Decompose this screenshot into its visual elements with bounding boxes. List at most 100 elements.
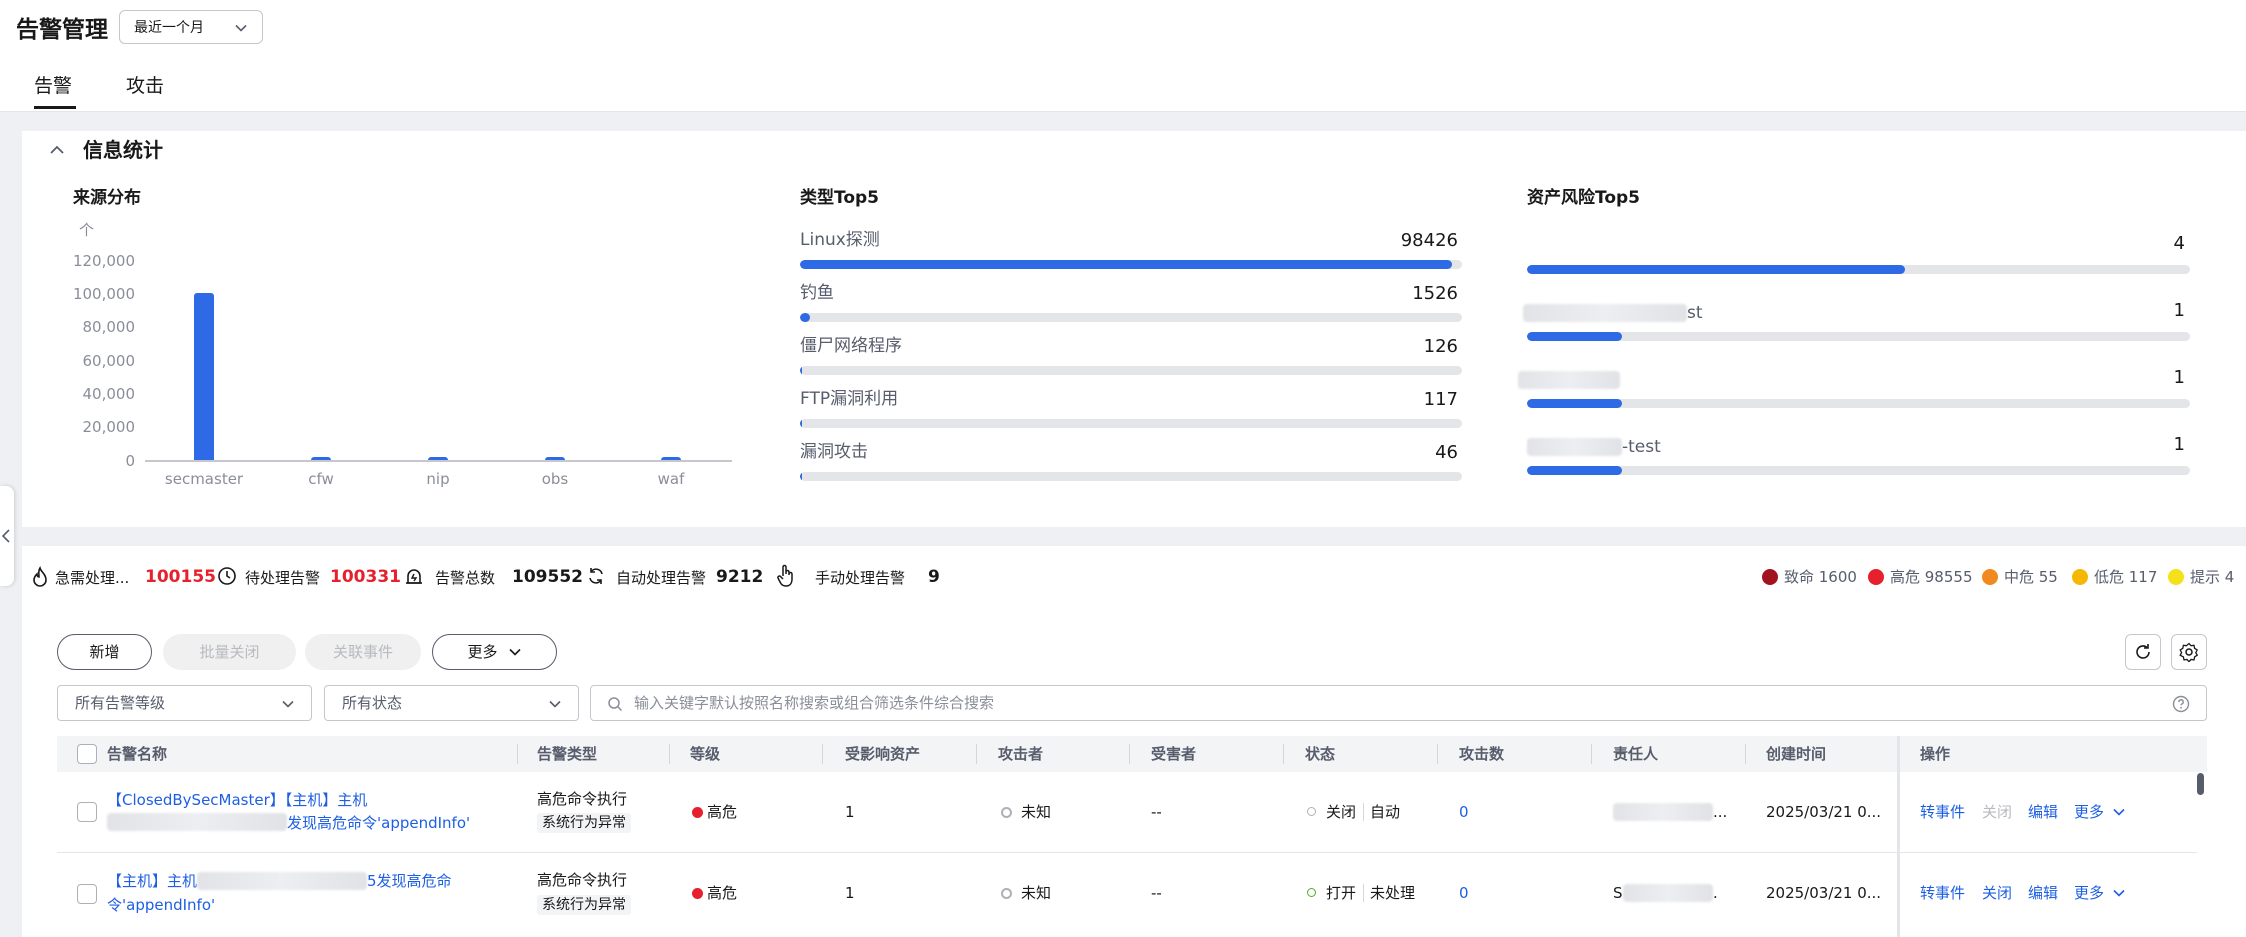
col-created[interactable]: 创建时间 xyxy=(1766,744,1826,764)
settings-button[interactable] xyxy=(2171,634,2207,670)
chevron-down-icon[interactable] xyxy=(2112,805,2126,819)
alert-name-line2[interactable]: 发现高危命令'appendInfo' xyxy=(287,812,470,834)
handling-mode: 自动 xyxy=(1370,803,1401,821)
level-legend-dot xyxy=(2072,569,2088,585)
owner: ... xyxy=(1713,803,1728,821)
alert-name-line2[interactable]: 令'appendInfo' xyxy=(107,894,215,916)
alert-level-filter[interactable]: 所有告警等级 xyxy=(57,685,312,721)
row-checkbox[interactable] xyxy=(77,802,97,822)
level-legend-label[interactable]: 致命 1600 xyxy=(1784,567,1857,587)
alert-name-line1-tail[interactable]: 5发现高危命 xyxy=(367,870,452,892)
redacted-host xyxy=(107,813,287,831)
redacted-asset-name xyxy=(1523,304,1687,322)
asset-top5-name: st xyxy=(1687,303,1703,323)
bar-cfw[interactable] xyxy=(311,457,331,460)
alert-name-line1[interactable]: 【主机】主机 xyxy=(107,870,197,892)
level-legend-label[interactable]: 中危 55 xyxy=(2004,567,2058,587)
status-filter[interactable]: 所有状态 xyxy=(324,685,579,721)
close-link-disabled[interactable]: 关闭 xyxy=(1982,801,2012,823)
affected-assets: 1 xyxy=(845,884,855,902)
select-all-checkbox[interactable] xyxy=(77,744,97,764)
attack-count[interactable]: 0 xyxy=(1459,882,1469,904)
col-type[interactable]: 告警类型 xyxy=(537,744,597,764)
time-range-select[interactable]: 最近一个月 xyxy=(119,10,263,44)
refresh-button[interactable] xyxy=(2125,634,2161,670)
clock-icon xyxy=(218,567,236,585)
level-legend-dot xyxy=(1762,569,1778,585)
level-dot xyxy=(692,888,703,899)
col-status[interactable]: 状态 xyxy=(1305,744,1335,764)
y-tick: 20,000 xyxy=(82,418,136,436)
more-button-label: 更多 xyxy=(467,643,498,661)
asset-top5-value: 4 xyxy=(2173,233,2185,254)
owner: . xyxy=(1713,884,1718,902)
status-divider xyxy=(1363,803,1364,821)
bar-nip[interactable] xyxy=(428,457,448,460)
column-divider xyxy=(1283,744,1284,764)
batch-close-button[interactable]: 批量关闭 xyxy=(163,634,296,670)
help-icon[interactable] xyxy=(2172,695,2190,713)
col-level[interactable]: 等级 xyxy=(690,744,720,764)
source-chart-title: 来源分布 xyxy=(73,188,141,208)
row-checkbox[interactable] xyxy=(77,884,97,904)
column-divider xyxy=(1745,744,1746,764)
attacker-status-dot xyxy=(1001,807,1012,818)
type-top5-fill xyxy=(800,366,802,375)
column-divider xyxy=(976,744,977,764)
y-tick: 40,000 xyxy=(82,385,136,403)
source-chart-unit: 个 xyxy=(79,221,95,239)
alert-name-line1[interactable]: 【ClosedBySecMaster】【主机】主机 xyxy=(107,789,367,811)
bar-obs[interactable] xyxy=(545,457,565,460)
column-divider xyxy=(1129,744,1130,764)
column-divider xyxy=(1437,744,1438,764)
col-assets[interactable]: 受影响资产 xyxy=(845,744,920,764)
auto-count: 9212 xyxy=(716,567,764,587)
col-name[interactable]: 告警名称 xyxy=(107,744,167,764)
col-attacks[interactable]: 攻击数 xyxy=(1459,744,1504,764)
attacker: 未知 xyxy=(1021,884,1052,902)
type-top5-fill xyxy=(800,313,811,322)
chevron-down-icon[interactable] xyxy=(2112,886,2126,900)
created-time: 2025/03/21 0... xyxy=(1766,803,1882,821)
alert-level-filter-value: 所有告警等级 xyxy=(75,694,166,712)
chevron-up-icon[interactable] xyxy=(49,142,65,158)
time-range-value: 最近一个月 xyxy=(134,20,204,36)
victim: -- xyxy=(1151,884,1162,902)
add-button[interactable]: 新增 xyxy=(57,634,152,670)
asset-top5-fill xyxy=(1527,332,1622,341)
edit-link[interactable]: 编辑 xyxy=(2028,801,2058,823)
col-attacker[interactable]: 攻击者 xyxy=(998,744,1043,764)
more-button[interactable]: 更多 xyxy=(432,634,557,670)
more-actions-link[interactable]: 更多 xyxy=(2074,882,2104,904)
tab-alerts[interactable]: 告警 xyxy=(34,72,72,100)
type-top5-title: 类型Top5 xyxy=(800,188,880,208)
table-header xyxy=(57,736,2207,772)
pending-count[interactable]: 100331 xyxy=(330,567,401,587)
type-top5-track xyxy=(800,260,1462,269)
convert-event-link[interactable]: 转事件 xyxy=(1920,882,1965,904)
edit-link[interactable]: 编辑 xyxy=(2028,882,2058,904)
chevron-left-icon xyxy=(1,529,10,543)
more-actions-link[interactable]: 更多 xyxy=(2074,801,2104,823)
type-top5-fill xyxy=(800,419,802,428)
type-top5-fill xyxy=(800,260,1452,269)
attack-count[interactable]: 0 xyxy=(1459,801,1469,823)
bar-waf[interactable] xyxy=(661,457,681,460)
alert-level: 高危 xyxy=(707,884,738,902)
level-legend-label[interactable]: 提示 4 xyxy=(2190,567,2234,587)
search-input[interactable]: 输入关键字默认按照名称搜索或组合筛选条件综合搜索 xyxy=(590,685,2207,721)
tab-attacks[interactable]: 攻击 xyxy=(126,72,164,100)
statistics-title: 信息统计 xyxy=(83,138,163,162)
level-legend-label[interactable]: 低危 117 xyxy=(2094,567,2157,587)
urgent-count[interactable]: 100155 xyxy=(145,567,216,587)
close-link[interactable]: 关闭 xyxy=(1982,882,2012,904)
col-victim[interactable]: 受害者 xyxy=(1151,744,1196,764)
convert-event-link[interactable]: 转事件 xyxy=(1920,801,1965,823)
col-owner[interactable]: 责任人 xyxy=(1613,744,1658,764)
bar-secmaster[interactable] xyxy=(194,293,214,460)
side-panel-toggle[interactable] xyxy=(0,486,14,586)
asset-top5-value: 1 xyxy=(2173,300,2185,321)
level-legend-label[interactable]: 高危 98555 xyxy=(1890,567,1973,587)
table-row[interactable] xyxy=(57,853,2207,937)
link-event-button[interactable]: 关联事件 xyxy=(305,634,421,670)
